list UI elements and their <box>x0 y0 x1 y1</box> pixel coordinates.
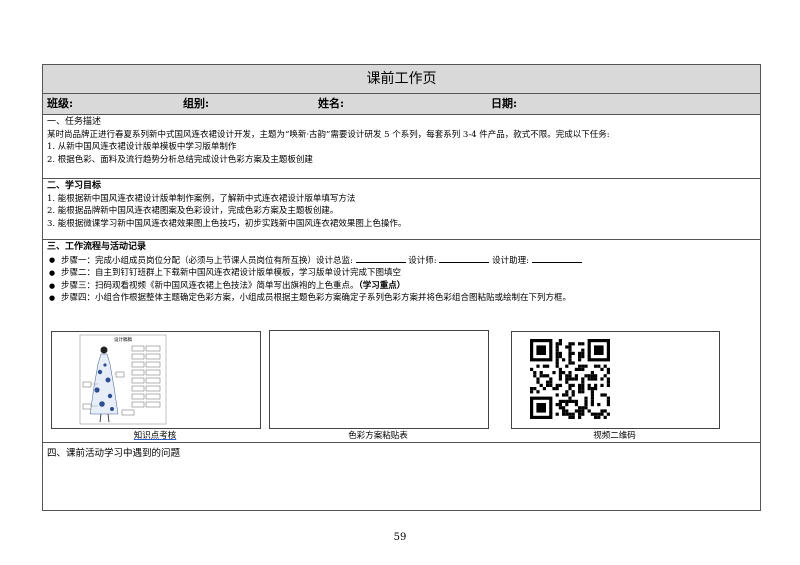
step-1-text: 步骤一：完成小组成员岗位分配（必须与上节课人员岗位有所互换）设计总监: <box>61 255 353 266</box>
task-section: 一、任务描述 某时尚品牌正进行春夏系列新中式国风连衣裙设计开发，主题为“唤新·古… <box>43 115 760 179</box>
caption-knowledge: 知识点考核 <box>133 431 177 441</box>
qr-code-icon[interactable] <box>530 339 610 419</box>
page-number: 59 <box>393 532 407 543</box>
design-sheet-title: 设计稿稿 <box>114 336 132 343</box>
info-row: 班级: 组别: 姓名: 日期: <box>43 94 760 115</box>
color-scheme-box[interactable] <box>269 330 489 429</box>
step-3-emphasis: （学习重点） <box>358 280 406 291</box>
goal-item-3: 3. 能根据微课学习新中国风连衣裙效果图上色技巧，初步实践新中国风连衣裙效果图上… <box>47 218 407 229</box>
flow-section: 三、工作流程与活动记录 步骤一：完成小组成员岗位分配（必须与上节课人员岗位有所互… <box>43 240 760 443</box>
task-intro: 某时尚品牌正进行春夏系列新中式国风连衣裙设计开发，主题为“唤新·古韵”需要设计研… <box>47 129 610 140</box>
flow-heading: 三、工作流程与活动记录 <box>47 242 147 252</box>
step-1: 步骤一：完成小组成员岗位分配（必须与上节课人员岗位有所互换）设计总监: 设计师:… <box>47 254 756 268</box>
step-3: 步骤三：扫码观看视频《新中国风连衣裙上色技法》简单写出旗袍的上色重点。（学习重点… <box>47 280 756 293</box>
assistant-blank[interactable] <box>531 254 582 263</box>
assistant-label: 设计助理: <box>492 255 529 266</box>
goal-item-2: 2. 能根据品牌新中国风连衣裙图案及色彩设计，完成色彩方案及主题板创建。 <box>47 206 339 216</box>
design-sheet-box: 设计稿稿 <box>51 331 261 429</box>
designer-label: 设计师: <box>408 255 437 266</box>
step-2: 步骤二：自主到钉钉班群上下载新中国风连衣裙设计版单模板，学习版单设计完成下图填空 <box>47 267 756 280</box>
step-3-text: 步骤三：扫码观看视频《新中国风连衣裙上色技法》简单写出旗袍的上色重点。 <box>61 280 359 291</box>
goals-heading: 二、学习目标 <box>47 181 102 191</box>
name-label: 姓名: <box>318 97 345 110</box>
task-item-2: 2. 根据色彩、面料及流行趋势分析总结完成设计色彩方案及主题板创建 <box>47 154 313 165</box>
issues-heading: 四、课前活动学习中遇到的问题 <box>47 448 181 459</box>
date-label: 日期: <box>491 97 518 110</box>
design-sheet-image: 设计稿稿 <box>79 334 167 425</box>
caption-video-qr: 视频二维码 <box>593 431 636 441</box>
class-label: 班级: <box>47 97 74 110</box>
task-heading: 一、任务描述 <box>47 117 102 127</box>
task-item-1: 1. 从新中国风连衣裙设计版单模板中学习版单制作 <box>47 142 237 152</box>
issues-section: 四、课前活动学习中遇到的问题 <box>43 443 760 510</box>
director-blank[interactable] <box>355 254 406 263</box>
page-title: 课前工作页 <box>43 65 760 94</box>
designer-blank[interactable] <box>439 254 490 263</box>
worksheet-table: 课前工作页 班级: 组别: 姓名: 日期: 一、任务描述 某时尚品牌正进行春夏系… <box>42 64 761 511</box>
goals-section: 二、学习目标 1. 能根据新中国风连衣裙设计版单制作案例，了解新中式连衣裙设计版… <box>43 179 760 240</box>
step-4: 步骤四：小组合作根据整体主题确定色彩方案，小组成员根据主题色彩方案确定子系列色彩… <box>47 292 756 305</box>
group-label: 组别: <box>183 97 210 110</box>
qr-box <box>511 331 720 429</box>
goal-item-1: 1. 能根据新中国风连衣裙设计版单制作案例，了解新中式连衣裙设计版单填写方法 <box>47 193 356 204</box>
caption-color-scheme: 色彩方案粘贴表 <box>348 431 408 441</box>
